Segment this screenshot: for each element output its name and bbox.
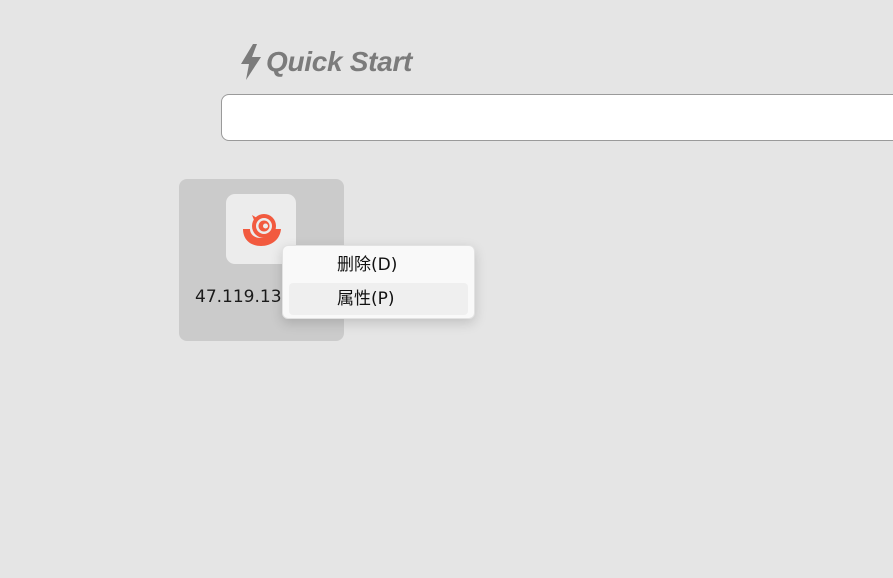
lightning-bolt-icon bbox=[238, 42, 264, 82]
tile-label: 47.119.13 bbox=[195, 287, 282, 307]
context-menu: 删除(D) 属性(P) bbox=[282, 245, 475, 319]
page-title: Quick Start bbox=[266, 46, 413, 77]
quick-start-page: Quick Start 47.119.13 删除(D) 属性(P) bbox=[0, 0, 893, 578]
menu-item-properties[interactable]: 属性(P) bbox=[289, 283, 468, 315]
search-input[interactable] bbox=[221, 94, 893, 141]
menu-item-delete[interactable]: 删除(D) bbox=[289, 249, 468, 281]
quick-start-header: Quick Start bbox=[238, 42, 412, 82]
